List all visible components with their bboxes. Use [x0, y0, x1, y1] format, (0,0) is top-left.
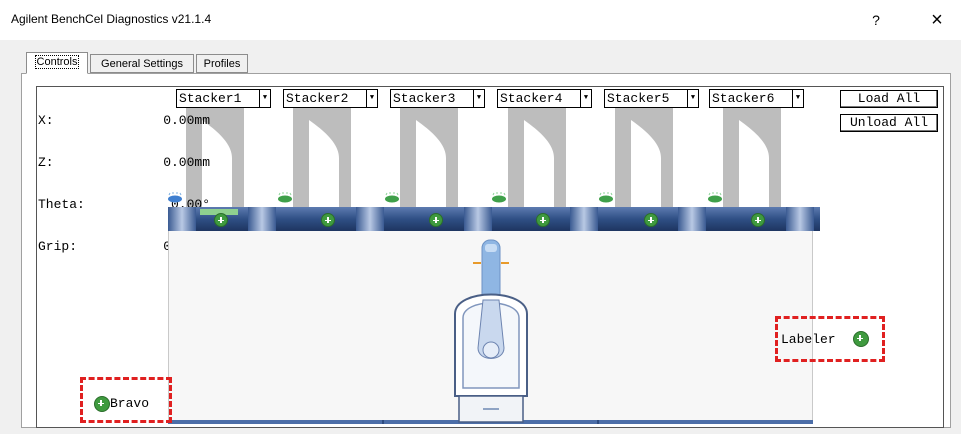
readout-label: X: [38, 113, 54, 128]
readout-label: Theta: [38, 197, 85, 212]
chevron-down-icon: ▼ [366, 90, 377, 107]
rail-divider [382, 420, 384, 424]
tab-general-settings[interactable]: General Settings [90, 54, 194, 73]
readout-value: 0.00mm [163, 113, 210, 128]
add-plate-icon[interactable] [536, 213, 550, 227]
sensor-green-icon [599, 192, 613, 203]
robot-arm-graphic [454, 239, 528, 423]
stacker5-dropdown[interactable]: Stacker5 ▼ [604, 89, 699, 108]
readout-x: X: 0.00mm [38, 114, 210, 128]
stacker-arm [400, 108, 458, 208]
stacker-dropdown-label: Stacker5 [607, 91, 670, 106]
stacker3-dropdown[interactable]: Stacker3 ▼ [390, 89, 485, 108]
readout-z: Z: 0.00mm [38, 156, 210, 170]
stacker2-dropdown[interactable]: Stacker2 ▼ [283, 89, 378, 108]
stacker-arm [508, 108, 566, 208]
bravo-label[interactable]: Bravo [110, 396, 149, 411]
title-bar: Agilent BenchCel Diagnostics v21.1.4 ? × [0, 0, 961, 40]
add-bravo-icon[interactable] [94, 396, 110, 412]
readout-value: 0.00mm [163, 155, 210, 170]
tab-profiles[interactable]: Profiles [196, 54, 248, 73]
chevron-down-icon: ▼ [473, 90, 484, 107]
add-labeler-icon[interactable] [853, 331, 869, 347]
tab-controls-label: Controls [34, 55, 80, 69]
stacker1-dropdown[interactable]: Stacker1 ▼ [176, 89, 271, 108]
readout-label: Z: [38, 155, 54, 170]
stacker6-dropdown[interactable]: Stacker6 ▼ [709, 89, 804, 108]
chevron-down-icon: ▼ [580, 90, 591, 107]
stacker-rail [168, 207, 820, 231]
chevron-down-icon: ▼ [259, 90, 270, 107]
stacker-arm [723, 108, 781, 208]
tab-controls[interactable]: Controls [26, 52, 88, 74]
add-plate-icon[interactable] [429, 213, 443, 227]
add-plate-icon[interactable] [214, 213, 228, 227]
add-plate-icon[interactable] [644, 213, 658, 227]
stacker-dropdown-label: Stacker1 [179, 91, 242, 106]
sensor-green-icon [708, 192, 722, 203]
stacker-dropdown-label: Stacker6 [712, 91, 775, 106]
stacker-arm [293, 108, 351, 208]
sensor-green-icon [492, 192, 506, 203]
stacker4-dropdown[interactable]: Stacker4 ▼ [497, 89, 592, 108]
window-title: Agilent BenchCel Diagnostics v21.1.4 [11, 12, 212, 26]
help-button[interactable]: ? [864, 8, 888, 32]
sensor-blue-icon [168, 192, 182, 203]
chevron-down-icon: ▼ [792, 90, 803, 107]
unload-all-button[interactable]: Unload All [840, 114, 938, 132]
stacker-dropdown-label: Stacker2 [286, 91, 349, 106]
stacker-arm [615, 108, 673, 208]
stacker-dropdown-label: Stacker4 [500, 91, 563, 106]
add-plate-icon[interactable] [321, 213, 335, 227]
add-plate-icon[interactable] [751, 213, 765, 227]
load-all-button[interactable]: Load All [840, 90, 938, 108]
labeler-label[interactable]: Labeler [781, 332, 836, 347]
chevron-down-icon: ▼ [687, 90, 698, 107]
sensor-green-icon [278, 192, 292, 203]
readout-label: Grip: [38, 239, 78, 254]
stacker-dropdown-label: Stacker3 [393, 91, 456, 106]
close-button[interactable]: × [924, 7, 950, 33]
rail-divider [597, 420, 599, 424]
sensor-green-icon [385, 192, 399, 203]
